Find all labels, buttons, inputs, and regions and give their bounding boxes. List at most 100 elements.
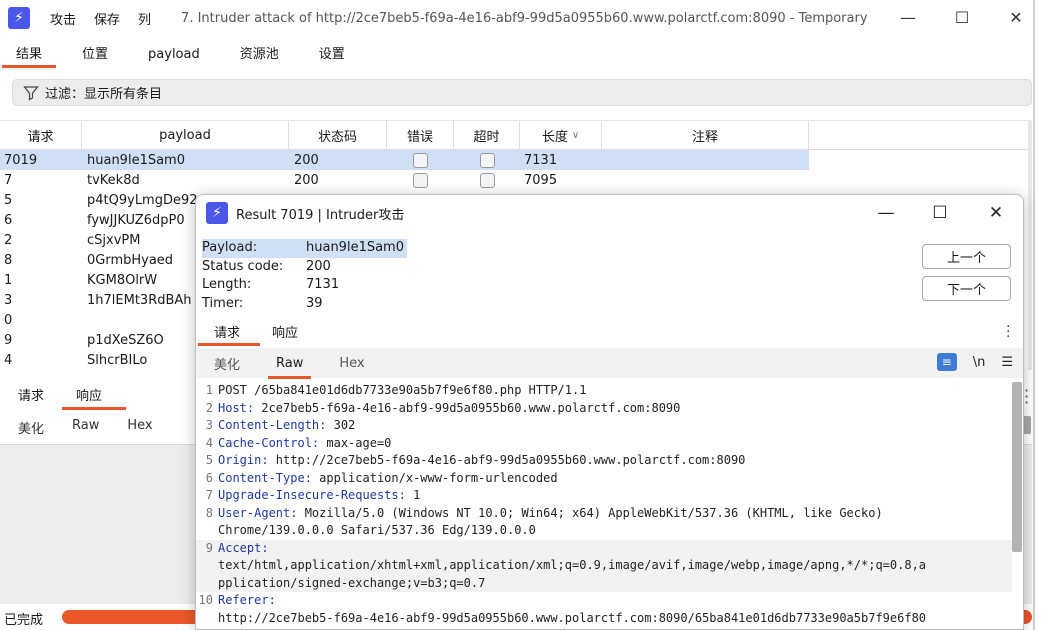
view-hex[interactable]: Hex (321, 351, 382, 375)
tab-positions[interactable]: 位置 (66, 43, 124, 68)
newline-toggle[interactable]: \n (973, 355, 986, 370)
line-text: Accept: (218, 540, 269, 558)
menu-icon[interactable]: ☰ (1001, 355, 1013, 370)
line-text: Cache-Control: max-age=0 (218, 435, 391, 453)
code-line: http://2ce7beb5-f69a-4e16-abf9-99d5a0955… (196, 610, 1012, 628)
editor-scrollbar[interactable] (1012, 382, 1022, 552)
timeout-checkbox (479, 172, 495, 188)
line-number: 5 (205, 453, 213, 467)
header-name: Origin: (218, 453, 269, 467)
view-raw[interactable]: Raw (258, 351, 321, 379)
cell-request: 7019 (0, 150, 82, 170)
dialog-more-icon[interactable]: · · · (1006, 320, 1010, 344)
result-meta: Payload: huan9le1Sam0 Status code: 200 L… (202, 239, 407, 313)
wrap-lines-icon[interactable]: ≡ (936, 353, 957, 371)
lower-view-hex[interactable]: Hex (127, 418, 152, 437)
code-line: 10 Referer: (196, 592, 1012, 610)
lower-tab-request[interactable]: 请求 (0, 385, 58, 410)
header-value: 2ce7beb5-f69a-4e16-abf9-99d5a0955b60.www… (254, 400, 681, 415)
lower-view-pretty[interactable]: 美化 (18, 418, 44, 437)
line-number: 3 (205, 418, 213, 432)
next-button[interactable]: 下一个 (922, 276, 1011, 301)
request-editor[interactable]: 1 POST /65ba841e01d6db7733e90a5b7f9e6f80.… (196, 382, 1012, 629)
main-tabs: 结果 位置 payload 资源池 设置 (0, 38, 1044, 68)
code-line: 4 Cache-Control: max-age=0 (196, 435, 1012, 453)
tab-results[interactable]: 结果 (0, 43, 58, 68)
tab-settings[interactable]: 设置 (303, 43, 361, 68)
dialog-minimize-icon[interactable]: — (866, 199, 906, 227)
lower-view-raw[interactable]: Raw (72, 418, 99, 437)
cell-length: 7095 (524, 172, 558, 188)
meta-status: Status code: 200 (202, 258, 407, 277)
col-length[interactable]: 长度 ∨ (520, 121, 602, 149)
dialog-titlebar: ⚡ Result 7019 | Intruder攻击 — ☐ ✕ (196, 195, 1023, 231)
line-text: Host: 2ce7beb5-f69a-4e16-abf9-99d5a0955b… (218, 400, 680, 418)
line-text: http://2ce7beb5-f69a-4e16-abf9-99d5a0955… (218, 610, 926, 628)
dialog-view-tabs: 美化 Raw Hex ≡ \n ☰ (196, 348, 1023, 379)
cell-request: 4 (4, 352, 13, 368)
header-value: Chrome/139.0.0.0 Safari/537.36 Edg/139.0… (218, 523, 536, 537)
line-text: text/html,application/xhtml+xml,applicat… (218, 557, 926, 575)
header-value: http://2ce7beb5-f69a-4e16-abf9-99d5a0955… (218, 610, 927, 625)
code-line: 9 Accept: (196, 539, 1012, 558)
cell-status: 200 (289, 150, 387, 170)
code-line: 6 Content-Type: application/x-www-form-ur… (196, 470, 1012, 488)
cell-error (387, 170, 454, 190)
header-name: Referer: (218, 593, 276, 607)
header-name: Upgrade-Insecure-Requests: (218, 488, 406, 502)
line-text: User-Agent: Mozilla/5.0 (Windows NT 10.0… (218, 505, 883, 523)
minimize-icon[interactable]: — (888, 4, 928, 30)
menu-attack[interactable]: 攻击 (50, 9, 76, 28)
dialog-tabs: 请求 响应 (196, 320, 1023, 346)
header-value: 302 (326, 418, 356, 432)
col-comment[interactable]: 注释 (602, 121, 809, 149)
cell-payload: tvKek8d (87, 172, 140, 188)
cell-request: 1 (4, 272, 13, 288)
window-edge (1033, 0, 1035, 630)
burp-logo-icon: ⚡ (206, 202, 228, 224)
code-line: text/html,application/xhtml+xml,applicat… (196, 557, 1012, 575)
meta-timer: Timer: 39 (202, 295, 407, 314)
header-name: User-Agent: (218, 505, 298, 520)
col-timeout[interactable]: 超时 (454, 121, 520, 149)
status-text: 已完成 (4, 612, 44, 628)
cell-error (387, 150, 454, 170)
view-pretty[interactable]: 美化 (196, 349, 258, 377)
col-payload[interactable]: payload (82, 121, 289, 149)
header-name: Content-Type: (218, 470, 312, 485)
meta-payload: Payload: huan9le1Sam0 (202, 239, 407, 258)
header-name: Host: (218, 400, 255, 415)
table-row[interactable]: 7 tvKek8d 200 7095 (0, 170, 1032, 190)
burp-logo-icon: ⚡ (8, 7, 30, 29)
line-number: 2 (205, 400, 213, 415)
more-options-icon[interactable]: · · · (1024, 383, 1029, 411)
col-status[interactable]: 状态码 (289, 121, 387, 149)
dialog-close-icon[interactable]: ✕ (976, 199, 1016, 227)
dialog-maximize-icon[interactable]: ☐ (920, 199, 960, 227)
maximize-icon[interactable]: ☐ (942, 4, 982, 30)
close-icon[interactable]: ✕ (996, 4, 1036, 30)
filter-bar[interactable]: 过滤：显示所有条目 (12, 79, 1032, 106)
table-scrollbar[interactable] (1028, 120, 1032, 370)
lower-view-tabs: 美化 Raw Hex (0, 418, 163, 437)
code-line: 1 POST /65ba841e01d6db7733e90a5b7f9e6f80.… (196, 382, 1012, 400)
dialog-tab-response[interactable]: 响应 (254, 322, 312, 346)
menu-columns[interactable]: 列 (138, 9, 151, 28)
tab-payload[interactable]: payload (132, 47, 216, 68)
header-value: pplication/signed-exchange;v=b3;q=0.7 (218, 575, 486, 590)
col-error[interactable]: 错误 (387, 121, 454, 149)
menu-save[interactable]: 保存 (94, 9, 120, 28)
col-request[interactable]: 请求 (0, 121, 82, 149)
table-row[interactable]: 7019 huan9le1Sam0 200 7131 (0, 150, 1032, 170)
dialog-tab-request[interactable]: 请求 (196, 322, 261, 346)
line-number: 9 (205, 540, 213, 555)
line-number: 8 (205, 505, 213, 520)
code-line: 8 User-Agent: Mozilla/5.0 (Windows NT 10.… (196, 505, 1012, 523)
lower-tabs: 请求 响应 (0, 380, 200, 410)
cell-request: 2 (4, 232, 13, 248)
previous-button[interactable]: 上一个 (922, 244, 1011, 269)
lower-tab-response[interactable]: 响应 (58, 385, 127, 410)
tab-resource-pool[interactable]: 资源池 (224, 43, 295, 68)
cell-timeout (454, 150, 520, 170)
code-line: 2 Host: 2ce7beb5-f69a-4e16-abf9-99d5a0955… (196, 400, 1012, 418)
